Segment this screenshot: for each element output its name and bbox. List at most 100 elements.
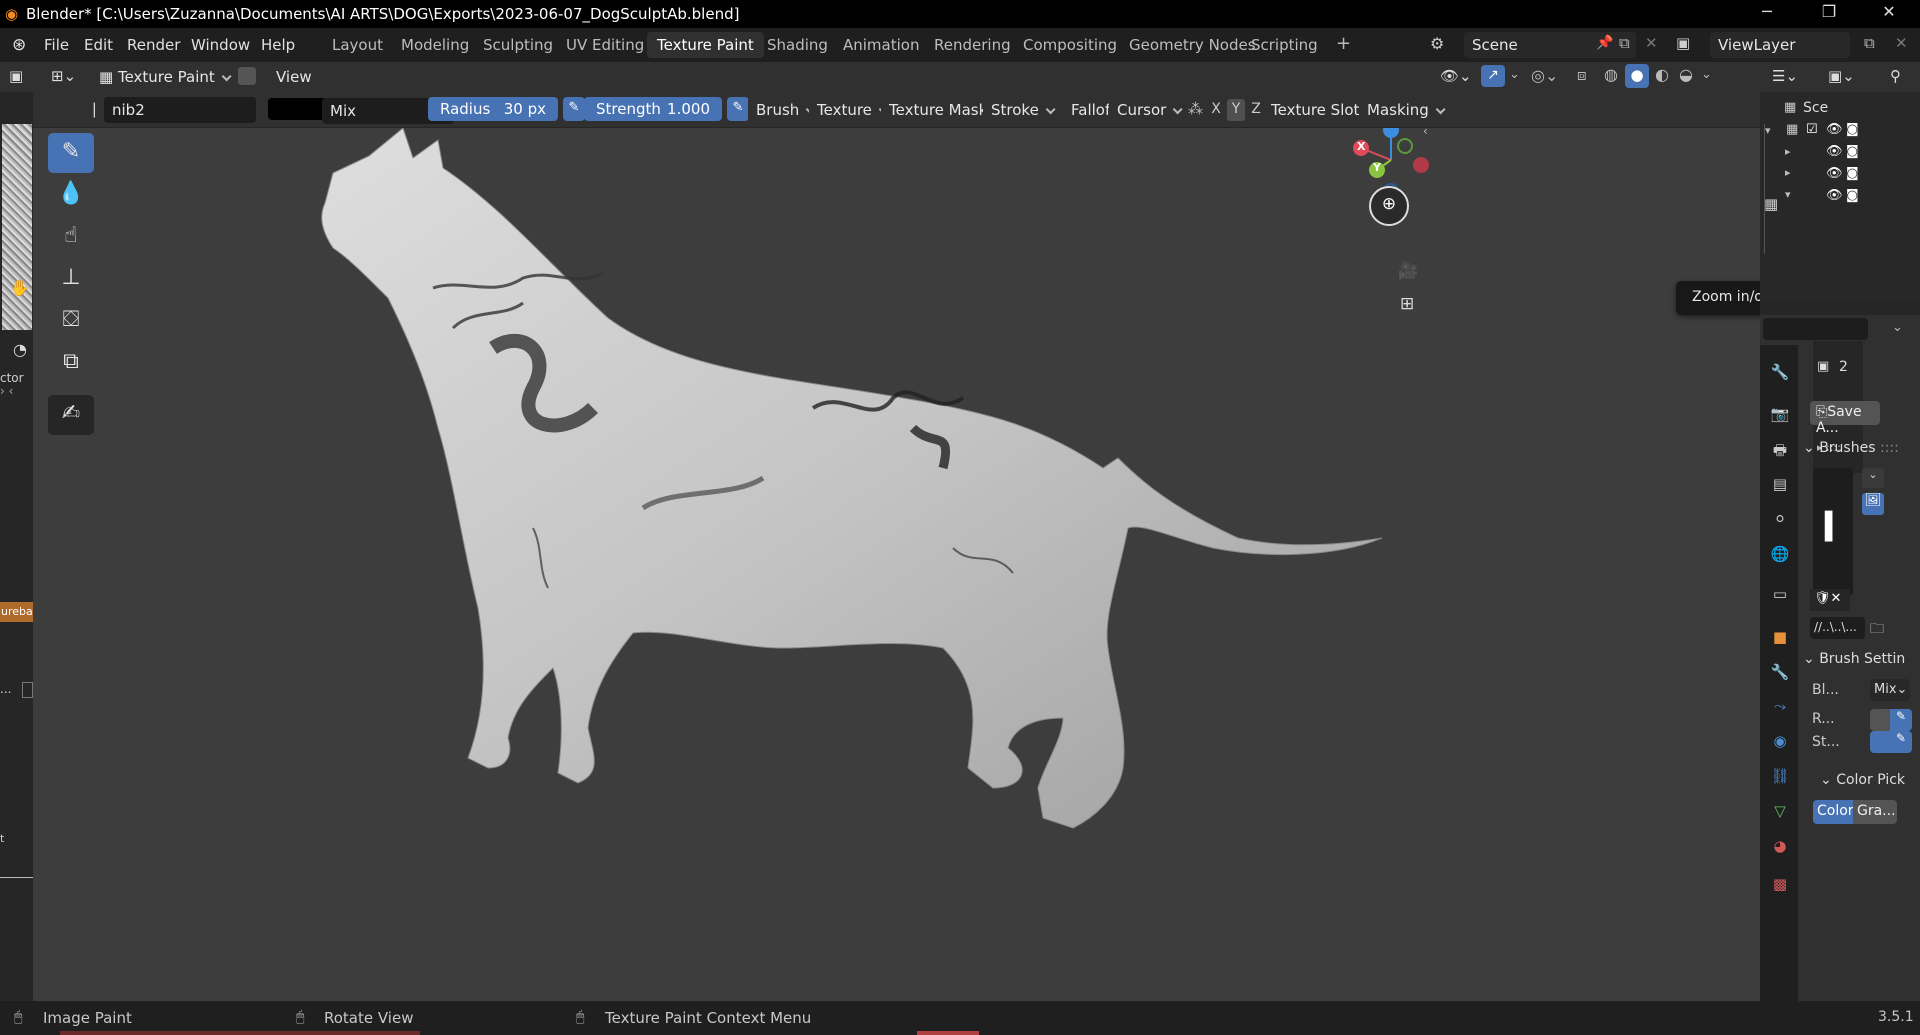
tab-scripting[interactable]: Scripting <box>1241 32 1328 58</box>
smear-tool[interactable]: ☝ <box>48 217 94 257</box>
radius-short-slider[interactable] <box>1870 709 1890 731</box>
left-checkbox[interactable] <box>22 682 33 698</box>
menu-file[interactable]: File <box>44 36 69 54</box>
solid-shading-icon[interactable]: ● <box>1625 64 1649 88</box>
add-workspace-icon[interactable]: + <box>1336 33 1351 54</box>
radius-pressure-icon[interactable]: ✎ <box>563 97 585 121</box>
blender-menu-icon[interactable]: ⊛ <box>12 35 26 55</box>
world-tab-icon[interactable]: 🌐 <box>1770 545 1790 565</box>
wireframe-shading-icon[interactable]: ◍ <box>1604 65 1618 84</box>
mode-dropdown[interactable]: ▦ Texture Paint <box>93 64 234 90</box>
symmetry-x-button[interactable]: X <box>1207 99 1225 121</box>
annotate-tool[interactable]: ✍ <box>48 395 94 435</box>
tab-animation[interactable]: Animation <box>833 32 929 58</box>
tab-compositing[interactable]: Compositing <box>1013 32 1127 58</box>
strength-pressure-toggle[interactable]: ✎ <box>1890 731 1912 753</box>
view-layer-tab-icon[interactable]: ▤ <box>1770 475 1790 495</box>
left-arrows-icon[interactable]: › ‹ <box>0 384 13 398</box>
properties-search-field[interactable] <box>1763 318 1868 340</box>
soften-tool[interactable]: 💧 <box>48 175 94 215</box>
color-picker-header[interactable]: ⌄ Color Pick <box>1820 772 1920 794</box>
view-layer-field[interactable]: ViewLayer <box>1710 32 1850 58</box>
menu-window[interactable]: Window <box>191 36 250 54</box>
scene-tab-icon[interactable]: ⚪ <box>1770 510 1790 530</box>
tab-uv-editing[interactable]: UV Editing <box>556 32 654 58</box>
object-tab-icon[interactable]: ■ <box>1770 628 1790 648</box>
shading-dropdown-icon[interactable]: ⌄ <box>1701 67 1712 82</box>
sidebar-toggle-icon[interactable]: ‹ <box>1423 128 1428 138</box>
radius-pressure-toggle[interactable]: ✎ <box>1890 709 1912 731</box>
ortho-toggle-icon[interactable]: ⊞ <box>1400 294 1414 314</box>
expand-arrow-icon[interactable]: ▾ <box>1785 188 1791 201</box>
material-tab-icon[interactable]: ◕ <box>1770 837 1790 857</box>
brush-path-field[interactable]: //..\..\... <box>1810 617 1865 639</box>
masking-menu[interactable]: Masking <box>1359 97 1450 123</box>
mask-tool[interactable]: ⧉ <box>48 343 94 383</box>
scene-browse-icon[interactable]: ⚙ <box>1430 34 1444 53</box>
expand-arrow-icon[interactable]: ▾ <box>1765 124 1771 137</box>
visibility-eye-icon[interactable]: 👁 <box>1826 188 1843 203</box>
3d-viewport[interactable]: Z X Y ‹ ⊕ 🎥 ⊞ <box>33 128 1760 1001</box>
brush-settings-header[interactable]: ⌄ Brush Settin <box>1803 651 1920 673</box>
menu-edit[interactable]: Edit <box>84 36 113 54</box>
strength-short-slider[interactable] <box>1870 731 1890 753</box>
render-camera-icon[interactable]: ◙ <box>1846 188 1859 203</box>
delete-view-layer-icon[interactable]: ✕ <box>1895 34 1908 52</box>
left-label-texture-base[interactable]: urebas <box>0 602 33 622</box>
material-shading-icon[interactable]: ◐ <box>1655 65 1669 84</box>
tab-texture-paint[interactable]: Texture Paint <box>647 32 764 58</box>
output-tab-icon[interactable]: 🖶 <box>1770 440 1790 460</box>
folder-icon[interactable]: 🗀 <box>1870 618 1884 642</box>
brush-name-field[interactable]: nib2 <box>104 97 256 123</box>
delete-scene-icon[interactable]: ✕ <box>1645 34 1658 52</box>
gizmo-toggle-icon[interactable]: ↗ <box>1481 65 1505 87</box>
visibility-eye-icon[interactable]: 👁 <box>1826 122 1843 137</box>
modifier-tab-icon[interactable]: 🔧 <box>1770 663 1790 683</box>
editor-type-button[interactable]: ▣ <box>0 62 33 92</box>
expand-arrow-icon[interactable]: ▸ <box>1785 166 1791 179</box>
view-hand-icon[interactable]: ✋ <box>10 278 30 297</box>
canvas-source-icon[interactable] <box>238 67 256 85</box>
zoom-view-icon[interactable]: ⊕ <box>1369 186 1409 226</box>
visibility-eye-icon[interactable]: 👁 <box>1826 144 1843 159</box>
strength-pressure-icon[interactable]: ✎ <box>727 97 749 121</box>
sample-icon[interactable]: ◔ <box>13 340 27 359</box>
brushes-panel-header[interactable]: ⌄ Brushes :::: <box>1803 440 1918 462</box>
new-view-layer-icon[interactable]: ⧉ <box>1864 34 1875 52</box>
brush-dropdown-icon[interactable]: ⌄ <box>1862 468 1884 488</box>
color-tab-button[interactable]: Color <box>1813 800 1854 824</box>
expand-arrow-icon[interactable]: ▸ <box>1785 145 1791 158</box>
visibility-eye-icon[interactable]: 👁 <box>1826 166 1843 181</box>
tab-shading[interactable]: Shading <box>757 32 838 58</box>
save-all-button[interactable]: ⎘Save A... <box>1810 401 1880 436</box>
search-icon[interactable]: ⚲ <box>1890 67 1901 85</box>
camera-view-icon[interactable]: 🎥 <box>1398 261 1418 280</box>
blend-dropdown[interactable]: Mix⌄ <box>1870 679 1910 701</box>
render-camera-icon[interactable]: ◙ <box>1846 122 1859 137</box>
menu-help[interactable]: Help <box>261 36 295 54</box>
physics-tab-icon[interactable]: ◉ <box>1770 732 1790 752</box>
properties-options-icon[interactable]: ⌄ <box>1892 320 1903 335</box>
render-tab-icon[interactable]: 📷 <box>1770 405 1790 425</box>
display-mode-icon[interactable]: ▣⌄ <box>1828 67 1855 85</box>
new-scene-icon[interactable]: ⧉ <box>1619 34 1630 52</box>
outliner-type-icon[interactable]: ☰⌄ <box>1772 67 1798 85</box>
outliner[interactable]: ▦ Sce ▾ ▦ ☑ 👁 ◙ ▸ 👁 ◙ ▸ 👁 ◙ ▾ 👁 ◙ <box>1760 92 1920 302</box>
radius-slider[interactable]: Radius 30 px <box>428 97 558 121</box>
constraints-tab-icon[interactable]: ⛓ <box>1770 767 1790 787</box>
overlay-icon[interactable]: ◎⌄ <box>1531 66 1558 85</box>
view-menu[interactable]: View <box>276 68 312 86</box>
tab-rendering[interactable]: Rendering <box>924 32 1021 58</box>
fill-tool[interactable]: ⛋ <box>48 301 94 341</box>
data-tab-icon[interactable]: ▽ <box>1770 802 1790 822</box>
collection-checkbox[interactable]: ☑ <box>1806 122 1818 137</box>
tool-tab-icon[interactable]: 🔧 <box>1770 363 1790 383</box>
render-camera-icon[interactable]: ◙ <box>1846 166 1859 181</box>
render-camera-icon[interactable]: ◙ <box>1846 144 1859 159</box>
cursor-menu[interactable]: Cursor <box>1109 97 1188 123</box>
minimize-button[interactable]: ─ <box>1744 2 1790 26</box>
strength-slider[interactable]: Strength 1.000 <box>584 97 722 121</box>
clone-tool[interactable]: ⊥ <box>48 259 94 299</box>
restore-button[interactable]: ❐ <box>1806 2 1852 26</box>
tab-modeling[interactable]: Modeling <box>391 32 479 58</box>
